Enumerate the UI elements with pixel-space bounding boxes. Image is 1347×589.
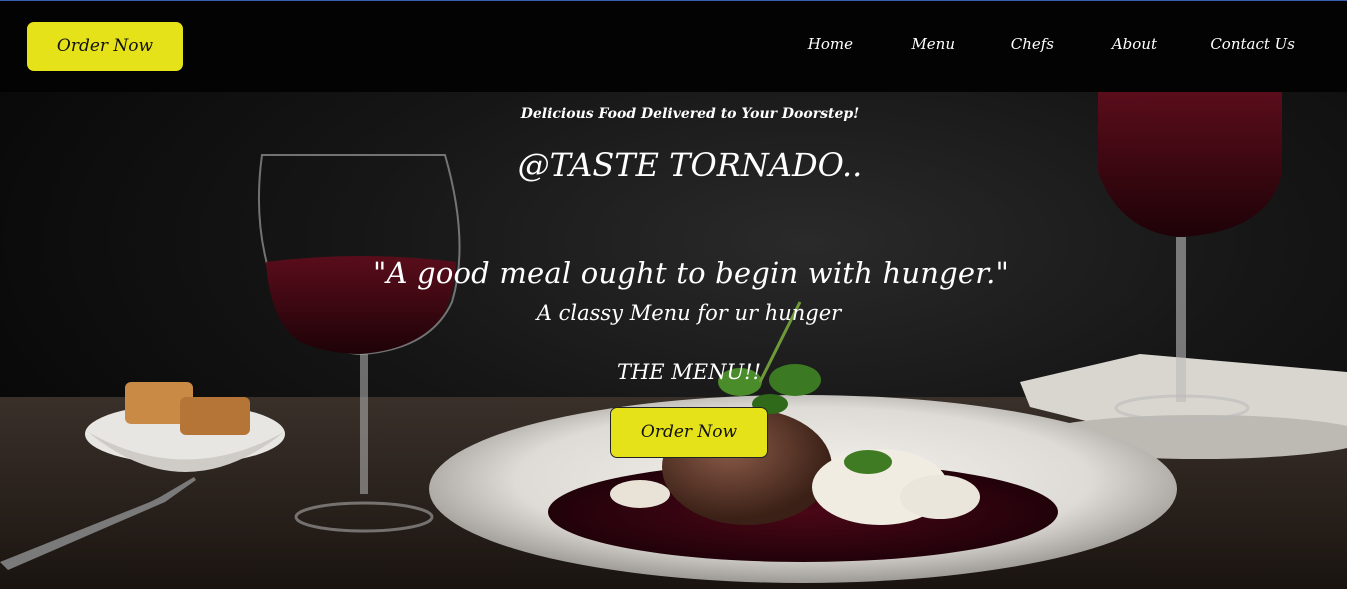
menu-heading: THE MENU!! bbox=[616, 360, 762, 384]
nav-about[interactable]: About bbox=[1112, 35, 1157, 53]
page: Order Now Home Menu Chefs About Contact … bbox=[0, 0, 1347, 589]
nav-chefs[interactable]: Chefs bbox=[1011, 35, 1054, 53]
hero-section: Delicious Food Delivered to Your Doorste… bbox=[0, 92, 1347, 589]
hero-subtitle: A classy Menu for ur hunger bbox=[536, 301, 842, 325]
nav-menu[interactable]: Menu bbox=[911, 35, 955, 53]
header-order-now-button[interactable]: Order Now bbox=[27, 22, 183, 71]
hero-order-now-button[interactable]: Order Now bbox=[610, 407, 768, 458]
hero-quote: "A good meal ought to begin with hunger.… bbox=[372, 256, 1010, 290]
nav-home[interactable]: Home bbox=[808, 35, 853, 53]
hero-content: Delicious Food Delivered to Your Doorste… bbox=[0, 92, 1347, 589]
brand-title: @TASTE TORNADO.. bbox=[517, 146, 863, 184]
nav-contact-us[interactable]: Contact Us bbox=[1210, 35, 1295, 53]
site-header: Order Now Home Menu Chefs About Contact … bbox=[0, 1, 1347, 92]
hero-tagline: Delicious Food Delivered to Your Doorste… bbox=[520, 106, 860, 122]
